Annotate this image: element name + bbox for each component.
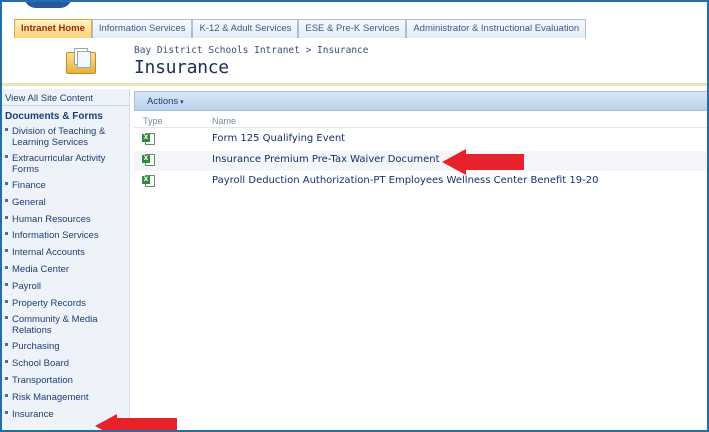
- sidebar-item-label: Media Center: [12, 263, 70, 275]
- sidebar-item-finance[interactable]: Finance: [2, 178, 129, 195]
- site-folder-icon: [66, 46, 96, 76]
- sidebar-item-risk-management[interactable]: Risk Management: [2, 390, 129, 407]
- sidebar-item-label: Transportation: [12, 374, 73, 386]
- sidebar-item-property-records[interactable]: Property Records: [2, 296, 129, 313]
- list-toolbar: Actions ▾: [134, 91, 707, 111]
- sidebar-item-school-board[interactable]: School Board: [2, 356, 129, 373]
- actions-label: Actions: [147, 96, 179, 107]
- document-library: Actions ▾ Type Name X Form 125 Qualifying…: [130, 89, 707, 430]
- sidebar-item-media-center[interactable]: Media Center: [2, 262, 129, 279]
- sidebar-item-label: Property Records: [12, 297, 86, 309]
- bullet-icon: [5, 360, 8, 364]
- sidebar-item-label: Community & Media Relations: [12, 314, 98, 336]
- actions-menu-button[interactable]: Actions ▾: [147, 96, 184, 107]
- sidebar-item-label: Risk Management: [12, 391, 89, 403]
- bullet-icon: [5, 316, 8, 320]
- bullet-icon: [5, 282, 8, 286]
- bullet-icon: [5, 343, 8, 347]
- tab-k12-adult-services[interactable]: K-12 & Adult Services: [192, 19, 299, 38]
- list-item: X Form 125 Qualifying Event: [134, 130, 707, 150]
- view-all-site-content-link[interactable]: View All Site Content: [2, 89, 129, 106]
- tab-information-services[interactable]: Information Services: [91, 19, 193, 38]
- chevron-down-icon: ▾: [180, 99, 184, 106]
- header-divider: [134, 127, 707, 128]
- sidebar-item-label: General: [12, 196, 46, 208]
- bullet-icon: [5, 299, 8, 303]
- sidebar-item-extracurricular[interactable]: Extracurricular Activity Forms: [2, 151, 129, 178]
- bullet-icon: [5, 155, 8, 158]
- bullet-icon: [5, 265, 8, 269]
- page-title: Insurance: [134, 57, 229, 78]
- column-header-name[interactable]: Name: [212, 116, 236, 126]
- documents-forms-heading[interactable]: Documents & Forms: [2, 106, 129, 124]
- sidebar-item-human-resources[interactable]: Human Resources: [2, 212, 129, 229]
- page-header: Bay District Schools Intranet > Insuranc…: [2, 38, 707, 86]
- bullet-icon: [5, 376, 8, 380]
- excel-file-icon[interactable]: X: [142, 175, 155, 187]
- sidebar-item-label: Information Services: [12, 230, 99, 242]
- bullet-icon: [5, 393, 8, 397]
- bullet-icon: [5, 249, 8, 253]
- sidebar-item-community-media[interactable]: Community & Media Relations: [2, 312, 129, 339]
- tab-ese-prek-services[interactable]: ESE & Pre-K Services: [298, 19, 407, 38]
- excel-file-icon[interactable]: X: [142, 154, 155, 166]
- tab-administrator-evaluation[interactable]: Administrator & Instructional Evaluation: [406, 19, 587, 38]
- breadcrumb[interactable]: Bay District Schools Intranet > Insuranc…: [134, 45, 369, 56]
- sidebar-item-label: Finance: [12, 180, 46, 191]
- excel-file-icon[interactable]: X: [142, 133, 155, 145]
- sidebar-item-label: School Board: [12, 358, 70, 370]
- bullet-icon: [5, 198, 8, 202]
- sidebar-item-purchasing[interactable]: Purchasing: [2, 339, 129, 356]
- quick-launch-sidebar: View All Site Content Documents & Forms …: [2, 89, 130, 430]
- sidebar-item-payroll[interactable]: Payroll: [2, 279, 129, 296]
- sidebar-item-label: Insurance: [12, 408, 54, 420]
- bullet-icon: [5, 215, 8, 219]
- sidebar-item-label: Purchasing: [12, 341, 60, 353]
- sidebar-item-general[interactable]: General: [2, 195, 129, 212]
- bullet-icon: [5, 182, 8, 185]
- document-link[interactable]: Payroll Deduction Authorization-PT Emplo…: [212, 175, 598, 186]
- bullet-icon: [5, 128, 8, 131]
- list-item: X Payroll Deduction Authorization-PT Emp…: [134, 172, 707, 192]
- sidebar-item-label: Payroll: [12, 280, 42, 292]
- sidebar-item-teaching-learning[interactable]: Division of Teaching & Learning Services: [2, 124, 129, 151]
- bullet-icon: [5, 232, 8, 236]
- column-header-type[interactable]: Type: [143, 116, 163, 126]
- sidebar-item-label: Human Resources: [12, 213, 91, 225]
- bullet-icon: [5, 410, 8, 414]
- list-item: X Insurance Premium Pre-Tax Waiver Docum…: [134, 151, 707, 171]
- tab-intranet-home[interactable]: Intranet Home: [14, 19, 92, 38]
- sidebar-item-label: Internal Accounts: [12, 247, 85, 259]
- document-link[interactable]: Form 125 Qualifying Event: [212, 133, 345, 144]
- sidebar-item-label: Extracurricular Activity Forms: [12, 153, 106, 175]
- global-tabs: Intranet Home Information Services K-12 …: [14, 19, 587, 38]
- district-logo: [24, 2, 72, 8]
- top-navigation-bar: Intranet Home Information Services K-12 …: [2, 2, 707, 38]
- browser-frame: Intranet Home Information Services K-12 …: [0, 0, 709, 432]
- document-link[interactable]: Insurance Premium Pre-Tax Waiver Documen…: [212, 154, 440, 165]
- sidebar-item-information-services[interactable]: Information Services: [2, 228, 129, 245]
- sidebar-item-internal-accounts[interactable]: Internal Accounts: [2, 245, 129, 262]
- sidebar-item-label: Division of Teaching & Learning Services: [12, 126, 106, 148]
- sidebar-item-transportation[interactable]: Transportation: [2, 373, 129, 390]
- sidebar-nav-list: Division of Teaching & Learning Services…: [2, 124, 129, 423]
